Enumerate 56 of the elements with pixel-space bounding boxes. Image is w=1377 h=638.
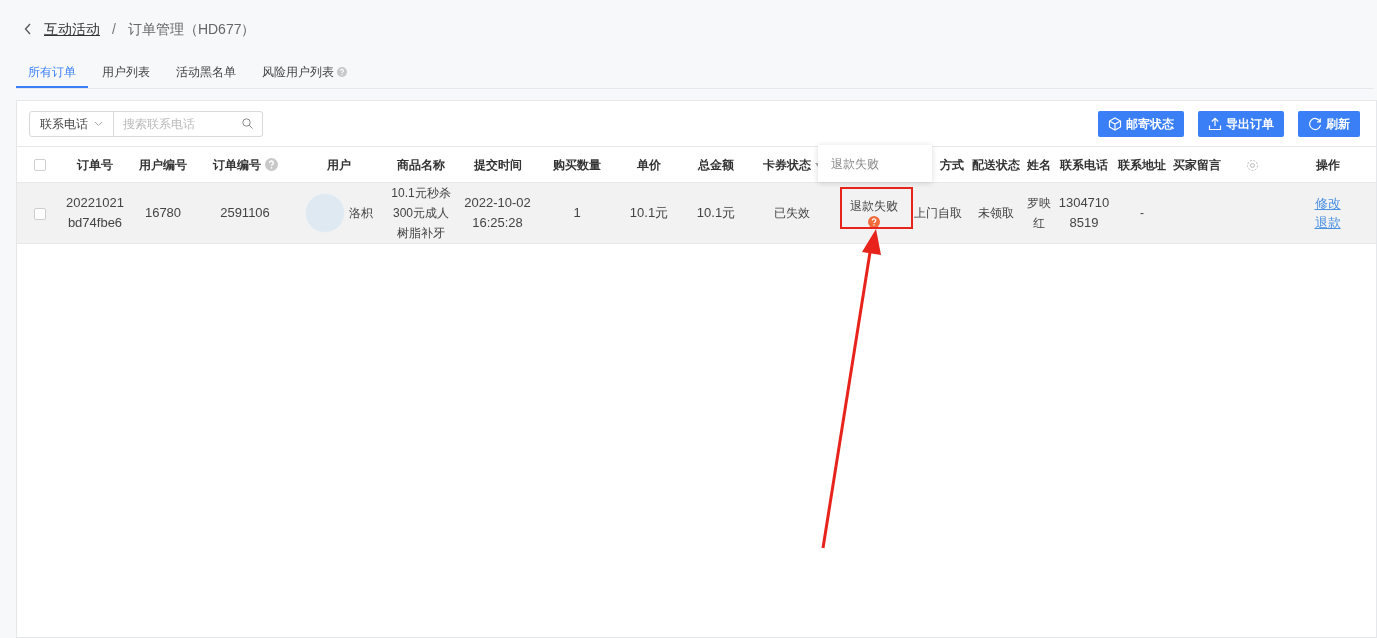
table-cell-text: 罗映红 — [1026, 195, 1052, 232]
toolbar-button[interactable]: 邮寄状态 — [1098, 110, 1184, 137]
table-cell-text: 10.1元 — [628, 204, 670, 222]
box-icon — [1108, 116, 1122, 131]
table-cell-text: 2022-10-02 16:25:28 — [463, 194, 532, 232]
breadcrumb-link[interactable]: 互动活动 — [44, 18, 100, 40]
tab[interactable]: 用户列表 — [90, 57, 162, 88]
column-header: 方式 — [940, 156, 964, 174]
column-header: 联系电话 — [1060, 156, 1108, 174]
table-cell: 退款失败 — [850, 198, 898, 214]
table-cell-text: 10.1元 — [695, 204, 737, 222]
toolbar-button[interactable]: 导出订单 — [1198, 110, 1284, 137]
table-cell-text: 上门自取 — [914, 205, 963, 222]
table-cell-text: 10.1元秒杀300元成人树脂补牙 — [391, 185, 451, 242]
column-header: 姓名 — [1027, 156, 1051, 174]
column-header: 联系地址 — [1118, 156, 1166, 174]
breadcrumb-separator: / — [112, 19, 116, 39]
checkbox[interactable] — [34, 207, 46, 220]
tab[interactable]: 所有订单 — [16, 57, 88, 88]
tooltip: 退款失败 — [818, 145, 932, 182]
filter-dropdown[interactable]: 联系电话 — [29, 110, 114, 137]
back-icon — [24, 23, 32, 35]
tab[interactable]: 风险用户列表 — [250, 57, 359, 88]
checkbox[interactable] — [34, 159, 46, 172]
column-header: 操作 — [1315, 156, 1340, 174]
column-header: 总金额 — [698, 156, 734, 174]
table-row[interactable]: 20221021bd74fbe6 16780 2591106 洛枳 10.1元秒杀300元成人树脂补牙 2022-10-02 16:25:28 1 10.1元 10.1元 已失效 退款失败 上门自取 未领取 罗映红 13047108519 - 修改 退款 — [17, 182, 1376, 244]
column-header: 单价 — [637, 156, 661, 174]
column-header: 配送状态 — [972, 156, 1020, 174]
upload-icon — [1208, 116, 1222, 131]
table-cell-text: 洛枳 — [348, 205, 373, 222]
table-cell-text: 已失效 — [773, 205, 811, 222]
table-cell-text: 20221021bd74fbe6 — [65, 194, 125, 232]
table-cell-text: - — [1139, 205, 1145, 222]
column-header: 用户编号 — [139, 156, 187, 174]
settings-icon — [1245, 158, 1259, 172]
column-header: 用户 — [326, 156, 351, 174]
column-header: 卡券状态 — [763, 156, 811, 174]
tab[interactable]: 活动黑名单 — [164, 57, 248, 88]
search-icon — [242, 117, 253, 129]
column-header: 商品名称 — [397, 156, 445, 174]
column-header: 买家留言 — [1173, 156, 1221, 174]
refresh-icon — [1308, 116, 1322, 131]
column-header: 订单号 — [77, 156, 113, 174]
column-header: 订单编号 — [212, 156, 261, 174]
toolbar-button[interactable]: 刷新 — [1298, 110, 1360, 137]
chevron-down-icon — [94, 120, 103, 127]
table-cell-text: 1 — [572, 204, 582, 222]
table-cell-text: 2591106 — [219, 204, 271, 222]
table-cell-text: 未领取 — [977, 205, 1015, 222]
column-header: 提交时间 — [473, 156, 522, 174]
breadcrumb-current: 订单管理（HD677） — [127, 19, 256, 39]
table-cell-text: 16780 — [143, 204, 183, 222]
table-cell-text: 13047108519 — [1058, 194, 1110, 232]
column-header: 购买数量 — [553, 156, 601, 174]
search-field[interactable]: 搜索联系电话 — [114, 110, 263, 137]
